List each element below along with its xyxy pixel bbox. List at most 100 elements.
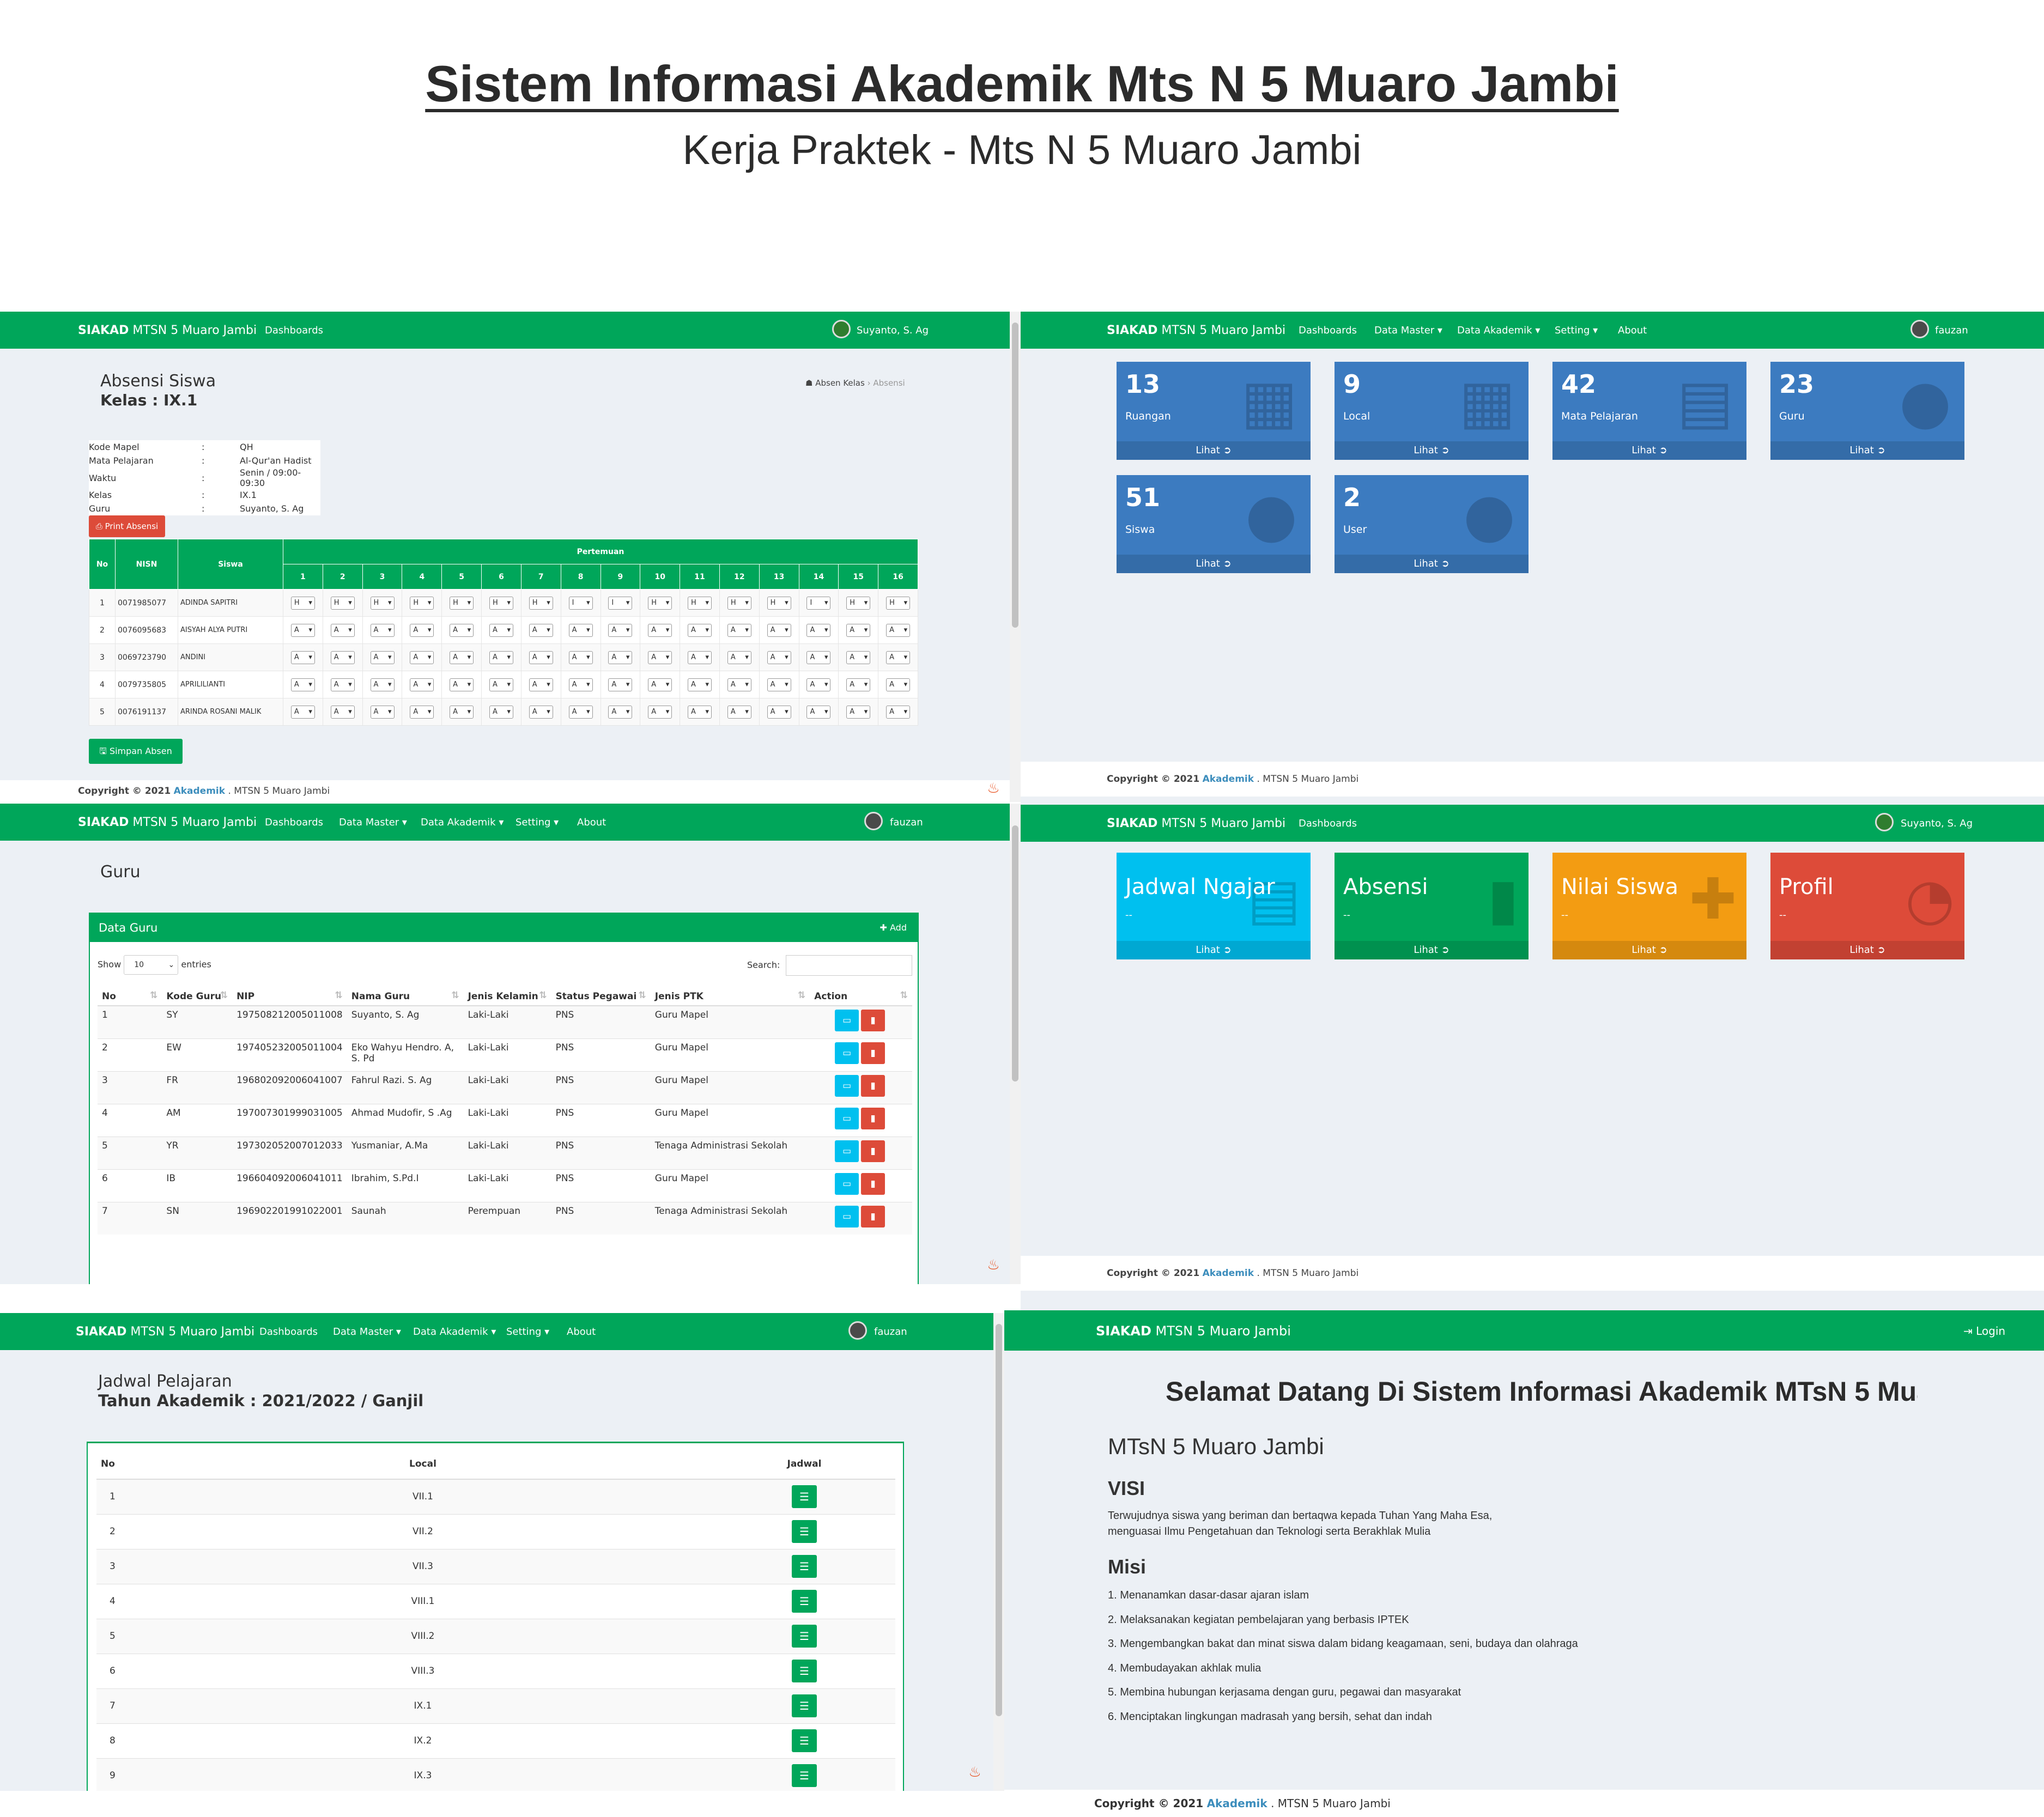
attendance-select[interactable]: A: [886, 705, 911, 719]
fire-icon[interactable]: ♨: [966, 1763, 984, 1782]
user-name[interactable]: Suyanto, S. Ag: [1901, 818, 1973, 829]
attendance-select[interactable]: A: [846, 623, 871, 637]
user-name[interactable]: Suyanto, S. Ag: [857, 325, 929, 336]
more-info-link[interactable]: Lihat ➲: [1117, 941, 1311, 959]
attendance-select[interactable]: H: [767, 596, 791, 610]
length-select[interactable]: 10 ⌄: [124, 955, 179, 975]
list-icon[interactable]: ☰: [792, 1555, 817, 1578]
attendance-select[interactable]: A: [290, 678, 315, 691]
sort-icon[interactable]: ⇅: [451, 990, 459, 1001]
attendance-select[interactable]: A: [608, 623, 633, 637]
stat-tile[interactable]: 42 Mata Pelajaran ▤ Lihat ➲: [1552, 362, 1746, 460]
stat-tile[interactable]: 2 User ● Lihat ➲: [1335, 475, 1529, 573]
footer-link[interactable]: Akademik: [1203, 1268, 1254, 1279]
menu-tile[interactable]: ▮ Absensi -- Lihat ➲: [1335, 853, 1529, 959]
sort-icon[interactable]: ⇅: [150, 990, 157, 1001]
attendance-select[interactable]: A: [568, 623, 593, 637]
attendance-select[interactable]: H: [410, 596, 434, 610]
menu-setting[interactable]: Setting ▾: [1555, 325, 1598, 336]
attendance-select[interactable]: A: [410, 623, 434, 637]
print-button[interactable]: ⎙ Print Absensi: [89, 515, 165, 537]
edit-icon[interactable]: ▭: [835, 1140, 859, 1162]
attendance-select[interactable]: A: [568, 705, 593, 719]
column-header[interactable]: Nama Guru ⇅: [347, 988, 464, 1006]
trash-icon[interactable]: ▮: [861, 1205, 885, 1227]
brand[interactable]: SIAKAD MTSN 5 Muaro Jambi: [1107, 324, 1285, 337]
attendance-select[interactable]: A: [886, 651, 911, 664]
attendance-select[interactable]: A: [846, 651, 871, 664]
list-icon[interactable]: ☰: [792, 1625, 817, 1648]
stat-tile[interactable]: 23 Guru ● Lihat ➲: [1770, 362, 1964, 460]
attendance-select[interactable]: A: [330, 623, 355, 637]
attendance-select[interactable]: A: [330, 651, 355, 664]
user-name[interactable]: fauzan: [890, 817, 923, 828]
sort-icon[interactable]: ⇅: [539, 990, 547, 1001]
attendance-select[interactable]: A: [410, 678, 434, 691]
attendance-select[interactable]: H: [529, 596, 553, 610]
fire-icon[interactable]: ♨: [984, 779, 1003, 798]
trash-icon[interactable]: ▮: [861, 1042, 885, 1064]
more-info-link[interactable]: Lihat ➲: [1770, 441, 1964, 460]
attendance-select[interactable]: A: [806, 651, 831, 664]
attendance-select[interactable]: A: [290, 705, 315, 719]
attendance-select[interactable]: A: [806, 678, 831, 691]
attendance-select[interactable]: A: [410, 651, 434, 664]
menu-data-akademik[interactable]: Data Akademik ▾: [413, 1326, 496, 1338]
attendance-select[interactable]: A: [648, 651, 672, 664]
attendance-select[interactable]: H: [648, 596, 672, 610]
attendance-select[interactable]: A: [688, 705, 712, 719]
attendance-select[interactable]: H: [688, 596, 712, 610]
attendance-select[interactable]: H: [846, 596, 871, 610]
more-info-link[interactable]: Lihat ➲: [1552, 941, 1746, 959]
more-info-link[interactable]: Lihat ➲: [1117, 441, 1311, 460]
attendance-select[interactable]: A: [767, 623, 791, 637]
attendance-select[interactable]: A: [450, 678, 474, 691]
footer-link[interactable]: Akademik: [174, 786, 225, 797]
attendance-select[interactable]: A: [767, 705, 791, 719]
column-header[interactable]: Jenis Kelamin ⇅: [463, 988, 551, 1006]
attendance-select[interactable]: A: [370, 623, 395, 637]
attendance-select[interactable]: A: [489, 705, 513, 719]
attendance-select[interactable]: H: [489, 596, 513, 610]
more-info-link[interactable]: Lihat ➲: [1552, 441, 1746, 460]
brand[interactable]: SIAKAD MTSN 5 Muaro Jambi: [78, 324, 257, 337]
footer-link[interactable]: Akademik: [1203, 774, 1254, 785]
sort-icon[interactable]: ⇅: [639, 990, 646, 1001]
column-header[interactable]: Action ⇅: [810, 988, 912, 1006]
edit-icon[interactable]: ▭: [835, 1205, 859, 1227]
attendance-select[interactable]: I: [608, 596, 633, 610]
attendance-select[interactable]: A: [370, 705, 395, 719]
trash-icon[interactable]: ▮: [861, 1172, 885, 1195]
more-info-link[interactable]: Lihat ➲: [1117, 555, 1311, 573]
brand[interactable]: SIAKAD MTSN 5 Muaro Jambi: [78, 816, 257, 829]
trash-icon[interactable]: ▮: [861, 1107, 885, 1129]
menu-tile[interactable]: ▤ Jadwal Ngajar -- Lihat ➲: [1117, 853, 1311, 959]
user-name[interactable]: fauzan: [874, 1326, 907, 1338]
scrollbar[interactable]: [993, 1313, 1004, 1791]
attendance-select[interactable]: I: [568, 596, 593, 610]
trash-icon[interactable]: ▮: [861, 1074, 885, 1097]
menu-about[interactable]: About: [1618, 325, 1647, 336]
more-info-link[interactable]: Lihat ➲: [1335, 555, 1529, 573]
save-button[interactable]: 🖫 Simpan Absen: [89, 739, 183, 764]
user-name[interactable]: fauzan: [1935, 325, 1968, 336]
attendance-select[interactable]: H: [330, 596, 355, 610]
search-input[interactable]: [786, 955, 913, 976]
attendance-select[interactable]: A: [568, 651, 593, 664]
attendance-select[interactable]: A: [886, 623, 911, 637]
sort-icon[interactable]: ⇅: [900, 990, 908, 1001]
attendance-select[interactable]: A: [648, 678, 672, 691]
more-info-link[interactable]: Lihat ➲: [1335, 941, 1529, 959]
attendance-select[interactable]: A: [330, 705, 355, 719]
attendance-select[interactable]: H: [290, 596, 315, 610]
attendance-select[interactable]: A: [529, 705, 553, 719]
attendance-select[interactable]: A: [727, 678, 751, 691]
more-info-link[interactable]: Lihat ➲: [1335, 441, 1529, 460]
attendance-select[interactable]: A: [727, 623, 751, 637]
attendance-select[interactable]: A: [410, 705, 434, 719]
trash-icon[interactable]: ▮: [861, 1140, 885, 1162]
sort-icon[interactable]: ⇅: [798, 990, 805, 1001]
scrollbar[interactable]: [1010, 312, 1021, 802]
menu-setting[interactable]: Setting ▾: [515, 817, 559, 828]
attendance-select[interactable]: A: [727, 651, 751, 664]
